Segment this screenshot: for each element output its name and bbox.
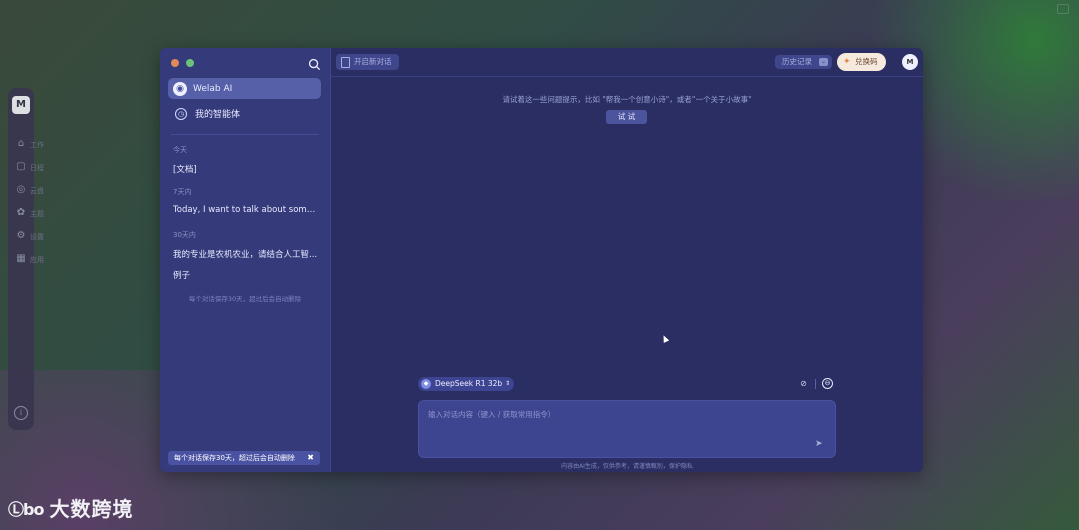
info-icon[interactable]: i [14, 406, 28, 420]
dock-label: 应用 [30, 256, 44, 264]
attach-icon[interactable]: ⊘ [798, 378, 809, 389]
corner-icon [1057, 4, 1069, 14]
window-expand-dot[interactable] [186, 59, 194, 67]
try-button[interactable]: 试 试 [606, 110, 647, 124]
app-window: ◉ Welab AI ◷ 我的智能体 今天 [文档] 7天内 Today, I … [160, 48, 923, 472]
chevron-down-icon: ⌄ [819, 58, 828, 66]
history-item[interactable]: [文档] [173, 163, 318, 175]
divider [171, 134, 319, 135]
top-bar: 开启新对话 历史记录 ⌄ ✦ 兑换码 M [331, 48, 923, 77]
calendar-icon[interactable]: ▢ [13, 159, 29, 175]
search-icon[interactable] [308, 56, 322, 71]
settings-icon[interactable]: ⚙ [13, 228, 29, 244]
history-dropdown-label: 历史记录 [782, 57, 812, 66]
nav-label: 我的智能体 [195, 110, 241, 120]
history-group-label: 今天 [173, 146, 187, 154]
dock-label: 云盘 [30, 187, 44, 195]
mouse-cursor-icon [660, 334, 670, 343]
sidebar: ◉ Welab AI ◷ 我的智能体 今天 [文档] 7天内 Today, I … [160, 48, 331, 472]
camera-icon[interactable]: ◎ [13, 182, 29, 198]
clock-icon: ◷ [175, 107, 187, 120]
divider [815, 379, 816, 389]
palette-icon[interactable]: ✿ [13, 205, 29, 221]
home-icon[interactable]: ⌂ [13, 136, 29, 152]
history-dropdown[interactable]: 历史记录 ⌄ [775, 55, 832, 69]
history-item[interactable]: 例子 [173, 269, 318, 281]
history-group-label: 7天内 [173, 188, 192, 196]
ticket-icon: ✦ [843, 57, 851, 67]
redeem-label: 兑换码 [855, 57, 878, 66]
watermark-logo: Ⓛbo [8, 499, 44, 519]
deepseek-icon: ◆ [421, 379, 431, 389]
model-name: DeepSeek R1 32b [435, 379, 503, 388]
nav-my-agents[interactable]: ◷ 我的智能体 [168, 103, 321, 124]
prompt-hint: 请试着这一些问题提示，比如 "帮我一个创意小诗"，或者“一个关于小故事" [502, 95, 752, 104]
new-chat-button[interactable]: 开启新对话 [336, 54, 399, 70]
history-group-label: 30天内 [173, 231, 196, 239]
model-selector[interactable]: ◆ DeepSeek R1 32b ⇕ [418, 377, 515, 391]
message-input[interactable] [419, 401, 835, 457]
dock-label: 日程 [30, 164, 44, 172]
dock-label: 主题 [30, 210, 44, 218]
ai-disclaimer: 内容由AI生成，仅供参考，请谨慎甄别，保护隐私 [561, 463, 693, 470]
dock-label: 设置 [30, 233, 44, 241]
send-icon[interactable]: ➤ [815, 439, 825, 449]
watermark: Ⓛbo 大数跨境 [8, 493, 133, 522]
avatar[interactable]: M [902, 54, 918, 70]
message-input-box: ➤ [418, 400, 836, 458]
retention-banner-text: 每个对话保存30天，超过后会自动删除 [174, 454, 295, 462]
watermark-text: 大数跨境 [49, 497, 134, 521]
redeem-button[interactable]: ✦ 兑换码 [837, 53, 886, 71]
bookmark-icon [341, 57, 350, 68]
apps-icon[interactable]: ▦ [13, 251, 29, 267]
dock-label: 工作 [30, 141, 44, 149]
close-icon[interactable]: ✖ [307, 453, 314, 462]
nav-welab-ai[interactable]: ◉ Welab AI [168, 78, 321, 99]
new-chat-label: 开启新对话 [354, 57, 392, 66]
window-close-dot[interactable] [171, 59, 179, 67]
history-item[interactable]: 我的专业是农机农业，请结合人工智... [173, 248, 318, 260]
chat-main: 开启新对话 历史记录 ⌄ ✦ 兑换码 M 请试着这一些问题提示，比如 "帮我一个… [331, 48, 923, 472]
dock-logo[interactable]: M [12, 96, 30, 114]
welab-logo-icon: ◉ [173, 81, 187, 96]
history-item[interactable]: Today, I want to talk about somethi... [173, 205, 318, 215]
nav-label: Welab AI [193, 83, 233, 94]
new-topic-icon[interactable]: ⊖ [822, 378, 833, 389]
history-retention-note: 每个对话保存30天，超过后会自动删除 [188, 295, 302, 303]
retention-banner: 每个对话保存30天，超过后会自动删除 ✖ [168, 451, 320, 465]
chevron-updown-icon: ⇕ [505, 380, 511, 387]
